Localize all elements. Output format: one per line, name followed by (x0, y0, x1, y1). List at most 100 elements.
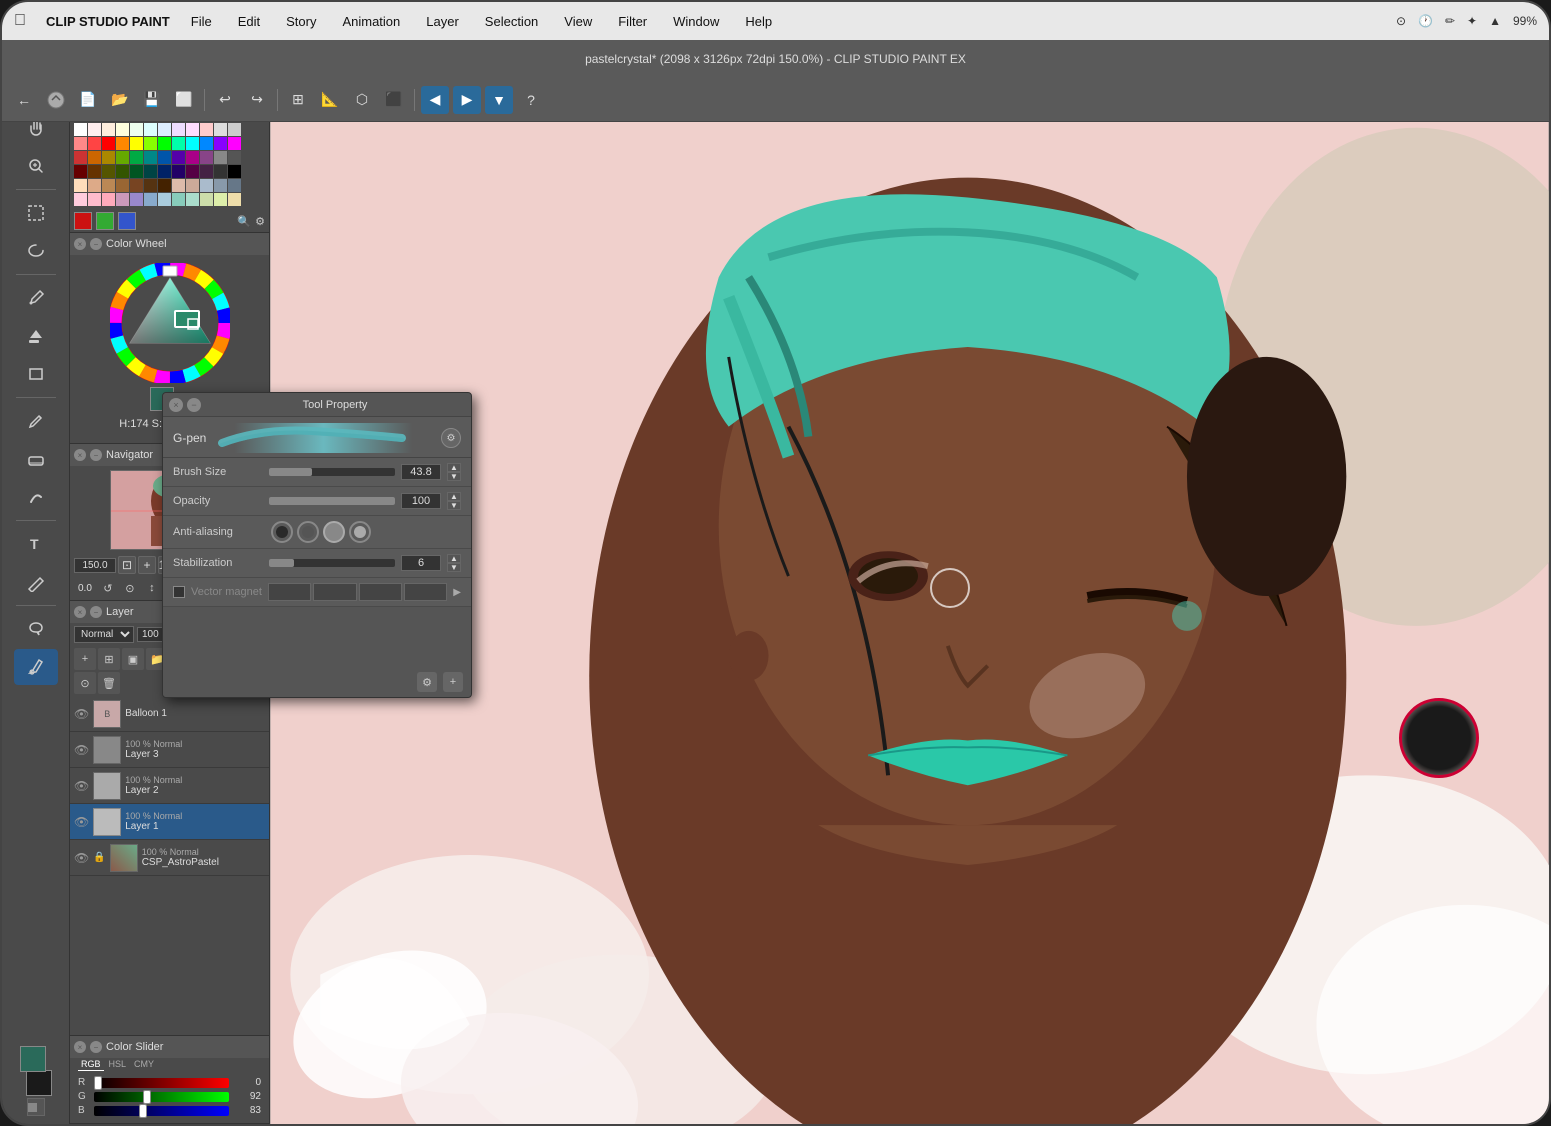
tool-fill[interactable] (14, 318, 58, 354)
slider-thumb-g[interactable] (143, 1090, 151, 1104)
color-cell[interactable] (228, 137, 241, 150)
color-cell[interactable] (144, 137, 157, 150)
color-cell[interactable] (102, 151, 115, 164)
color-cell[interactable] (200, 165, 213, 178)
layer-mode-select[interactable]: Normal Multiply Screen (74, 626, 134, 643)
color-cell[interactable] (102, 137, 115, 150)
tool-rectangle[interactable] (14, 356, 58, 392)
stabilization-input[interactable] (401, 555, 441, 571)
new-fill-layer-btn[interactable]: ▣ (122, 648, 144, 670)
toolbar-clip-icon[interactable] (42, 86, 70, 114)
toolbar-undo-btn[interactable]: ↩ (211, 86, 239, 114)
layer-item-layer2[interactable]: 👁 100 % Normal Layer 2 (70, 768, 269, 804)
tool-blend[interactable] (14, 479, 58, 515)
color-cell[interactable] (214, 179, 227, 192)
color-cell[interactable] (102, 193, 115, 206)
toolbar-nav-left[interactable]: ◀ (421, 86, 449, 114)
toolbar-select-btn[interactable]: ⬡ (348, 86, 376, 114)
stabilization-track[interactable] (269, 559, 395, 567)
color-wheel-min[interactable]: − (90, 238, 102, 250)
color-cell[interactable] (186, 137, 199, 150)
color-cell[interactable] (74, 165, 87, 178)
dialog-close-btn[interactable]: × (169, 398, 183, 412)
color-set-settings[interactable]: ⚙ (255, 215, 265, 228)
opacity-up[interactable]: ▲ (447, 492, 461, 501)
aa-option-none[interactable] (271, 521, 293, 543)
toolbar-window-btn[interactable]: ⬜ (170, 86, 198, 114)
color-cell[interactable] (186, 165, 199, 178)
color-cell[interactable] (130, 123, 143, 136)
tool-selection[interactable] (14, 195, 58, 231)
layer-delete-btn[interactable]: 🗑 (98, 672, 120, 694)
active-color-r[interactable] (74, 212, 92, 230)
menu-layer[interactable]: Layer (421, 12, 464, 31)
fg-color-swatch[interactable] (20, 1046, 46, 1072)
color-cell[interactable] (186, 123, 199, 136)
toolbar-save-btn[interactable]: 💾 (138, 86, 166, 114)
menu-edit[interactable]: Edit (233, 12, 265, 31)
color-cell[interactable] (116, 151, 129, 164)
color-cell[interactable] (214, 151, 227, 164)
color-slider-close[interactable]: × (74, 1041, 86, 1053)
layer-close[interactable]: × (74, 606, 86, 618)
new-vector-layer-btn[interactable]: ⊞ (98, 648, 120, 670)
color-cell[interactable] (144, 193, 157, 206)
color-cell[interactable] (172, 193, 185, 206)
color-cell[interactable] (186, 179, 199, 192)
color-cell[interactable] (214, 193, 227, 206)
brush-size-up[interactable]: ▲ (447, 463, 461, 472)
opacity-input[interactable] (401, 493, 441, 509)
navigator-min[interactable]: − (90, 449, 102, 461)
menu-help[interactable]: Help (740, 12, 777, 31)
tool-eyedropper[interactable] (14, 280, 58, 316)
tool-settings-icon[interactable]: ⚙ (441, 428, 461, 448)
color-cell[interactable] (200, 151, 213, 164)
color-cell[interactable] (74, 137, 87, 150)
tool-ruler-tool[interactable] (14, 564, 58, 600)
menu-story[interactable]: Story (281, 12, 321, 31)
layer-item-csp[interactable]: 👁 🔒 100 % Normal CSP_AstroPastel (70, 840, 269, 876)
footer-settings-icon[interactable]: ⚙ (417, 672, 437, 692)
brush-size-track[interactable] (269, 468, 395, 476)
color-cell[interactable] (172, 137, 185, 150)
color-cell[interactable] (144, 151, 157, 164)
hue-indicator[interactable] (163, 266, 177, 276)
color-cell[interactable] (200, 137, 213, 150)
layer-item-layer1[interactable]: 👁 100 % Normal Layer 1 (70, 804, 269, 840)
color-cell[interactable] (158, 165, 171, 178)
color-cell[interactable] (144, 123, 157, 136)
color-cell[interactable] (228, 179, 241, 192)
color-cell[interactable] (172, 151, 185, 164)
color-cell[interactable] (130, 165, 143, 178)
menu-filter[interactable]: Filter (613, 12, 652, 31)
layer-item-layer3[interactable]: 👁 100 % Normal Layer 3 (70, 732, 269, 768)
nav-flip-v[interactable]: ↕ (142, 578, 162, 598)
toolbar-redo-btn[interactable]: ↪ (243, 86, 271, 114)
color-wheel-close[interactable]: × (74, 238, 86, 250)
opacity-track[interactable] (269, 497, 395, 505)
toolbar-help-btn[interactable]: ? (517, 86, 545, 114)
toolbar-ruler-btn[interactable]: 📐 (316, 86, 344, 114)
color-cell[interactable] (88, 123, 101, 136)
tool-lasso[interactable] (14, 233, 58, 269)
new-layer-btn[interactable]: + (74, 648, 96, 670)
color-cell[interactable] (74, 193, 87, 206)
color-cell[interactable] (88, 137, 101, 150)
tool-balloon[interactable] (14, 611, 58, 647)
color-cell[interactable] (144, 179, 157, 192)
color-cell[interactable] (74, 151, 87, 164)
toolbar-nav-down[interactable]: ▼ (485, 86, 513, 114)
color-cell[interactable] (186, 151, 199, 164)
toolbar-nav-right[interactable]: ▶ (453, 86, 481, 114)
vm-seg-4[interactable] (404, 583, 447, 601)
aa-option-high[interactable] (349, 521, 371, 543)
color-cell[interactable] (228, 193, 241, 206)
color-cell[interactable] (116, 137, 129, 150)
slider-track-b[interactable] (94, 1106, 229, 1116)
tool-pen[interactable] (14, 403, 58, 439)
color-cell[interactable] (116, 165, 129, 178)
vm-seg-1[interactable] (268, 583, 311, 601)
stabilization-down[interactable]: ▼ (447, 563, 461, 572)
color-cell[interactable] (158, 193, 171, 206)
color-cell[interactable] (214, 123, 227, 136)
